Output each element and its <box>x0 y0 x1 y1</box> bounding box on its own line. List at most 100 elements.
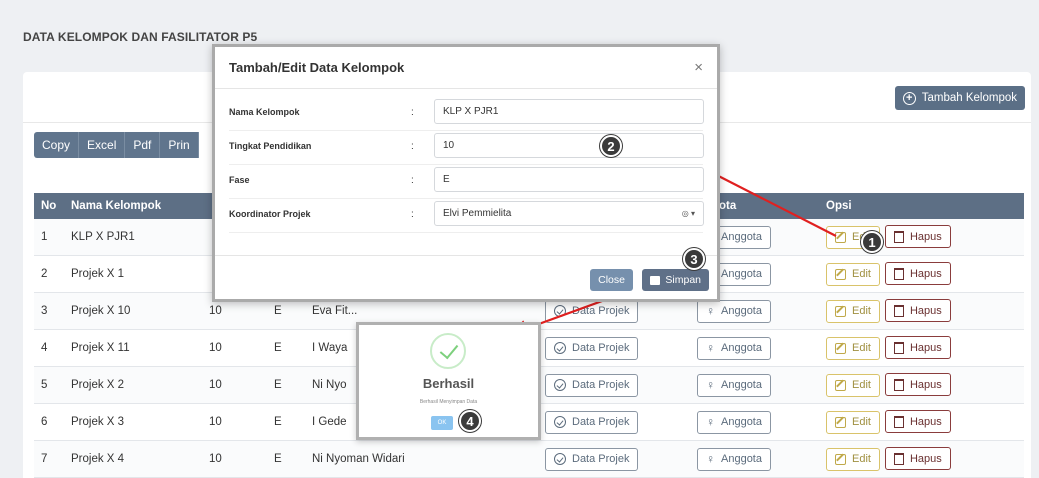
edit-button[interactable]: Edit <box>826 336 880 360</box>
data-projek-label: Data Projek <box>572 416 630 428</box>
edit-icon <box>835 231 846 243</box>
edit-button[interactable]: Edit <box>826 373 880 397</box>
koordinator-select[interactable]: Elvi Pemmielita ◎ ▾ <box>434 201 704 226</box>
colon: : <box>411 209 414 220</box>
data-projek-label: Data Projek <box>572 379 630 391</box>
add-group-label: Tambah Kelompok <box>921 92 1017 104</box>
success-message: Berhasil Menyimpan Data <box>419 399 478 405</box>
edit-label: Edit <box>852 305 871 318</box>
delete-button[interactable]: Hapus <box>884 262 951 286</box>
fase-input[interactable]: E <box>434 167 704 192</box>
edit-icon <box>835 268 846 280</box>
edit-group-modal: Tambah/Edit Data Kelompok × Nama Kelompo… <box>212 44 720 302</box>
cell-fase: E <box>274 379 282 391</box>
delete-button[interactable]: Hapus <box>884 410 951 434</box>
delete-button[interactable]: Hapus <box>884 447 951 471</box>
data-projek-label: Data Projek <box>572 305 630 317</box>
export-copy-button[interactable]: Copy <box>34 132 80 158</box>
delete-label: Hapus <box>909 341 942 354</box>
anggota-button[interactable]: ♀ Anggota <box>697 336 771 360</box>
form-row-koordinator: Koordinator Projek : Elvi Pemmielita ◎ ▾ <box>229 199 704 233</box>
nama-input[interactable]: KLP X PJR1 <box>434 99 704 124</box>
trash-icon <box>893 304 904 317</box>
data-projek-label: Data Projek <box>572 453 630 465</box>
header-name: Nama Kelompok <box>71 200 162 212</box>
data-projek-button-wrap: Data Projek <box>545 336 639 360</box>
save-button[interactable]: Simpan <box>642 269 709 291</box>
options-wrap: Edit Hapus <box>826 336 951 360</box>
cell-no: 7 <box>41 453 48 465</box>
delete-button[interactable]: Hapus <box>884 336 951 360</box>
edit-button[interactable]: Edit <box>826 299 880 323</box>
form-row-tingkat: Tingkat Pendidikan : 10 <box>229 131 704 165</box>
trash-icon <box>893 341 904 354</box>
tingkat-label: Tingkat Pendidikan <box>229 141 312 151</box>
export-pdf-button[interactable]: Pdf <box>125 132 161 158</box>
success-dialog: Berhasil Berhasil Menyimpan Data OK <box>356 322 541 440</box>
delete-button[interactable]: Hapus <box>884 373 951 397</box>
form-row-nama: Nama Kelompok : KLP X PJR1 <box>229 97 704 131</box>
cell-tingkat: 10 <box>209 305 222 317</box>
cell-koordinator: Ni Nyoman Widari <box>312 453 405 465</box>
data-projek-button-wrap: Data Projek <box>545 299 639 323</box>
anggota-button[interactable]: ♀ Anggota <box>697 373 771 397</box>
data-projek-button-wrap: Data Projek <box>545 410 639 434</box>
close-icon[interactable]: × <box>694 59 703 76</box>
ok-button[interactable]: OK <box>431 416 453 430</box>
data-projek-button[interactable]: Data Projek <box>545 410 639 434</box>
edit-label: Edit <box>852 379 871 392</box>
step-marker-4: 4 <box>459 410 481 432</box>
cell-no: 6 <box>41 416 48 428</box>
edit-button[interactable]: Edit <box>826 447 880 471</box>
export-print-button[interactable]: Prin <box>160 132 199 158</box>
anggota-label: Anggota <box>721 453 762 465</box>
anggota-label: Anggota <box>721 342 762 354</box>
data-projek-button[interactable]: Data Projek <box>545 373 639 397</box>
trash-icon <box>893 378 904 391</box>
anggota-button[interactable]: ♀ Anggota <box>697 447 771 471</box>
cell-no: 3 <box>41 305 48 317</box>
add-group-button[interactable]: + Tambah Kelompok <box>894 86 1025 110</box>
data-projek-button[interactable]: Data Projek <box>545 336 639 360</box>
tingkat-input[interactable]: 10 <box>434 133 704 158</box>
success-check-icon <box>430 333 466 369</box>
close-button[interactable]: Close <box>590 269 633 291</box>
step-marker-2: 2 <box>600 135 622 157</box>
cell-fase: E <box>274 416 282 428</box>
modal-footer: Close Simpan <box>215 255 717 301</box>
modal-title: Tambah/Edit Data Kelompok <box>229 60 405 75</box>
cell-name: Projek X 11 <box>71 342 130 354</box>
cell-name: Projek X 10 <box>71 305 131 317</box>
anggota-button-wrap: ♀ Anggota <box>697 373 771 397</box>
cell-tingkat: 10 <box>209 379 222 391</box>
cell-fase: E <box>274 453 282 465</box>
anggota-button[interactable]: ♀ Anggota <box>697 410 771 434</box>
edit-button[interactable]: Edit <box>826 262 880 286</box>
modal-header: Tambah/Edit Data Kelompok × <box>215 47 717 89</box>
cell-name: Projek X 2 <box>71 379 125 391</box>
data-projek-button[interactable]: Data Projek <box>545 299 639 323</box>
edit-icon <box>835 305 846 317</box>
anggota-button-wrap: ♀ Anggota <box>697 410 771 434</box>
delete-button[interactable]: Hapus <box>884 225 951 249</box>
cell-no: 5 <box>41 379 48 391</box>
chevron-down-icon: ◎ ▾ <box>681 209 695 218</box>
anggota-label: Anggota <box>721 416 762 428</box>
colon: : <box>411 107 414 118</box>
cell-tingkat: 10 <box>209 342 222 354</box>
delete-button[interactable]: Hapus <box>884 299 951 323</box>
edit-label: Edit <box>852 342 871 355</box>
delete-label: Hapus <box>909 304 942 317</box>
anggota-button[interactable]: ♀ Anggota <box>697 299 771 323</box>
export-excel-button[interactable]: Excel <box>79 132 126 158</box>
cell-koordinator: Ni Nyo <box>312 379 347 391</box>
edit-button[interactable]: Edit <box>826 410 880 434</box>
cell-fase: E <box>274 305 282 317</box>
options-wrap: Edit Hapus <box>826 262 951 286</box>
trash-icon <box>893 230 904 243</box>
data-projek-button[interactable]: Data Projek <box>545 447 639 471</box>
anggota-label: Anggota <box>721 305 762 317</box>
edit-label: Edit <box>852 416 871 429</box>
person-check-icon: ♀ <box>706 415 715 429</box>
colon: : <box>411 175 414 186</box>
